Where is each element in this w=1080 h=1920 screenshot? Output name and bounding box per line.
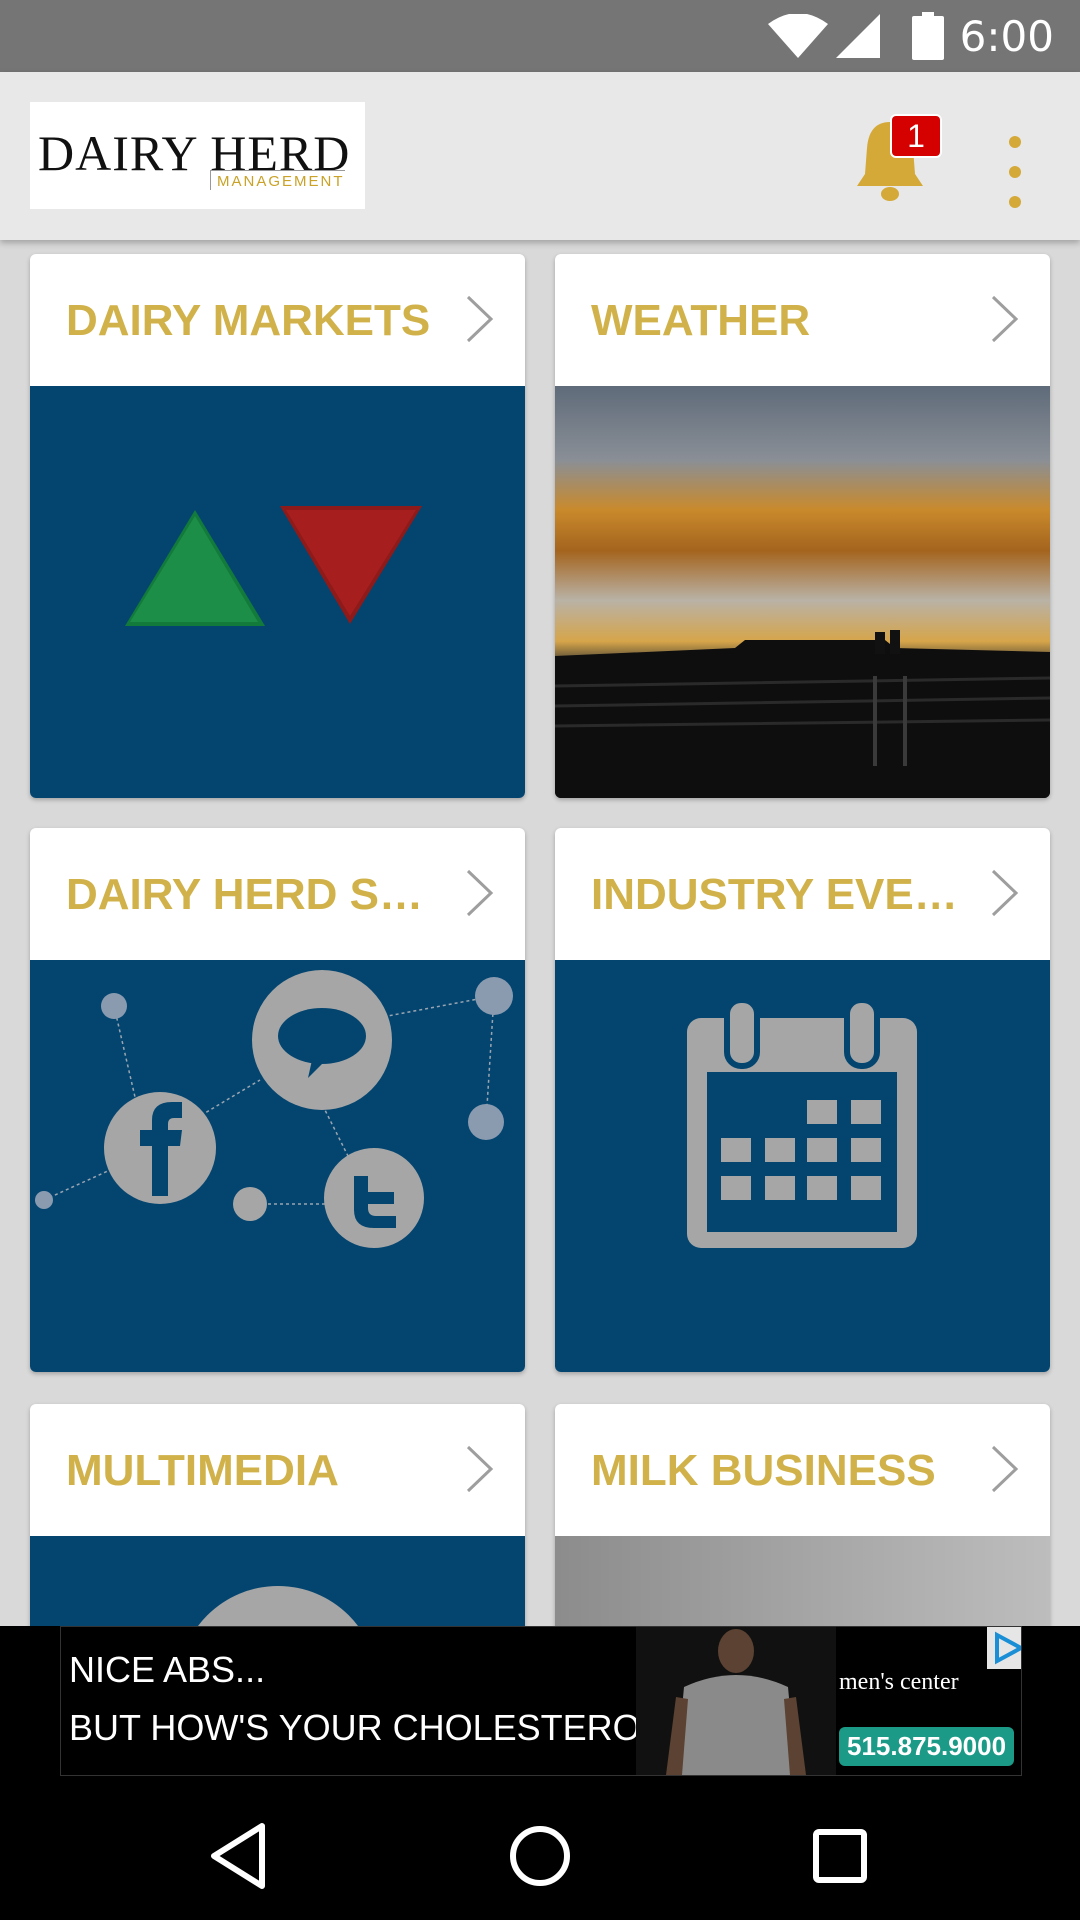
card-weather[interactable]: WEATHER	[555, 254, 1050, 798]
card-header[interactable]: MILK BUSINESS	[555, 1404, 1050, 1536]
logo-sub-text: MANAGEMENT	[210, 170, 345, 190]
ad-line-2: BUT HOW'S YOUR CHOLESTEROL?	[69, 1707, 681, 1748]
system-nav-bar	[0, 1776, 1080, 1920]
more-options-icon[interactable]	[995, 128, 1035, 218]
card-header[interactable]: WEATHER	[555, 254, 1050, 386]
home-icon[interactable]	[500, 1816, 580, 1896]
multimedia-image	[30, 1536, 525, 1626]
app-bar: DAIRY HERD MANAGEMENT 1	[0, 72, 1080, 240]
milk-business-image	[555, 1536, 1050, 1626]
status-time: 6:00	[959, 12, 1054, 61]
chevron-right-icon	[991, 1445, 1019, 1493]
battery-icon	[912, 12, 944, 60]
chevron-right-icon	[466, 1445, 494, 1493]
up-down-arrows-icon	[125, 506, 422, 626]
play-icon	[198, 1586, 358, 1626]
social-image	[30, 960, 525, 1372]
card-industry-events[interactable]: INDUSTRY EVEN…	[555, 828, 1050, 1372]
ad-line-1: NICE ABS...	[69, 1649, 266, 1690]
back-icon[interactable]	[200, 1816, 280, 1896]
card-title: DAIRY MARKETS	[66, 296, 431, 345]
card-title: MILK BUSINESS	[591, 1446, 936, 1495]
chevron-right-icon	[991, 295, 1019, 343]
calendar-icon	[687, 997, 917, 1248]
card-title: MULTIMEDIA	[66, 1446, 339, 1495]
card-header[interactable]: DAIRY HERD SO…	[30, 828, 525, 960]
tile-grid: DAIRY MARKETS WEATHER DAIRY HERD SO… IND…	[0, 240, 1080, 1626]
card-title: INDUSTRY EVEN…	[591, 870, 971, 919]
card-milk-business[interactable]: MILK BUSINESS	[555, 1404, 1050, 1626]
ad-model-image	[636, 1627, 836, 1775]
weather-image	[555, 386, 1050, 798]
ad-brand: men's center	[839, 1669, 959, 1695]
farm-silhouette	[555, 630, 1050, 798]
card-dairy-herd-social[interactable]: DAIRY HERD SO…	[30, 828, 525, 1372]
adchoices-icon[interactable]	[987, 1627, 1021, 1669]
social-network-icon	[35, 970, 513, 1248]
recents-icon[interactable]	[800, 1816, 880, 1896]
signal-icon	[836, 14, 880, 58]
ad-content[interactable]: NICE ABS... BUT HOW'S YOUR CHOLESTEROL? …	[60, 1626, 1022, 1776]
markets-image	[30, 386, 525, 798]
wifi-icon	[768, 14, 828, 58]
card-header[interactable]: MULTIMEDIA	[30, 1404, 525, 1536]
events-image	[555, 960, 1050, 1372]
card-multimedia[interactable]: MULTIMEDIA	[30, 1404, 525, 1626]
chevron-right-icon	[466, 295, 494, 343]
card-title: DAIRY HERD SO…	[66, 870, 446, 919]
card-header[interactable]: INDUSTRY EVEN…	[555, 828, 1050, 960]
card-title: WEATHER	[591, 296, 811, 345]
status-bar: 6:00	[0, 0, 1080, 72]
notification-badge: 1	[890, 114, 942, 158]
app-logo[interactable]: DAIRY HERD MANAGEMENT	[30, 102, 365, 209]
ad-phone: 515.875.9000	[839, 1727, 1015, 1766]
chevron-right-icon	[991, 869, 1019, 917]
card-header[interactable]: DAIRY MARKETS	[30, 254, 525, 386]
chevron-right-icon	[466, 869, 494, 917]
ad-banner[interactable]: NICE ABS... BUT HOW'S YOUR CHOLESTEROL? …	[0, 1626, 1080, 1776]
card-dairy-markets[interactable]: DAIRY MARKETS	[30, 254, 525, 798]
